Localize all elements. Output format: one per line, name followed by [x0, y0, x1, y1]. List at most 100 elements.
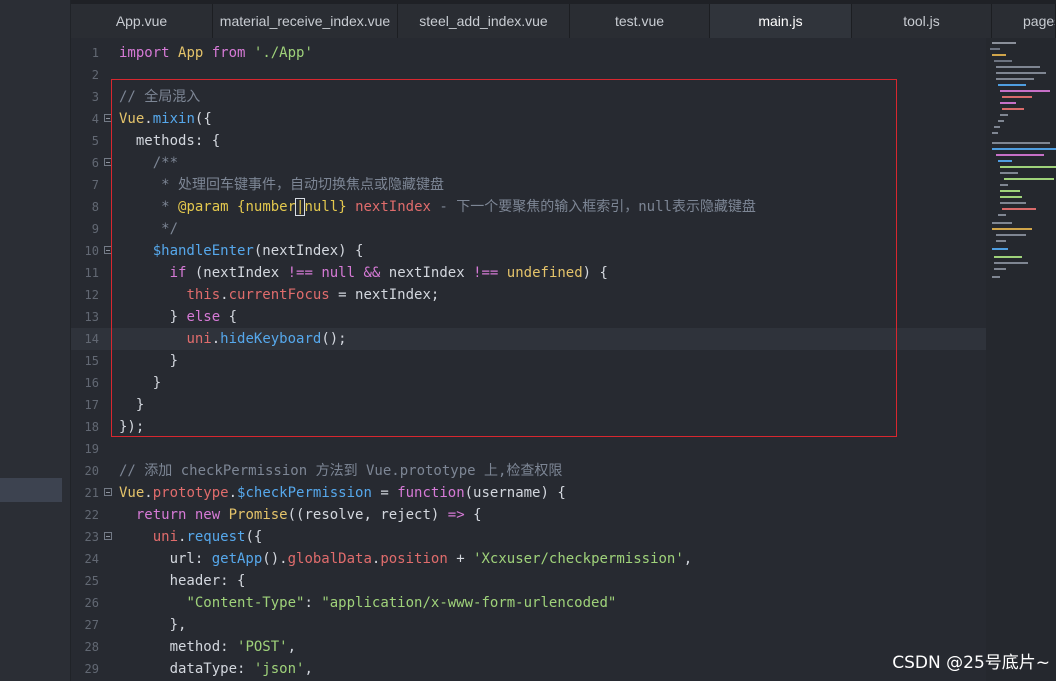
minimap-stroke	[994, 256, 1022, 258]
line-number: 7	[91, 178, 99, 192]
fold-toggle-icon[interactable]	[104, 488, 112, 496]
tab-pages[interactable]: pages	[992, 4, 1056, 38]
code-token: +	[447, 551, 474, 567]
code-token: App	[178, 45, 212, 61]
line-number: 14	[84, 332, 99, 346]
minimap-stroke	[1000, 90, 1050, 92]
line-number: 5	[91, 134, 99, 148]
code-line[interactable]: 20 // 添加 checkPermission 方法到 Vue.prototyp…	[71, 460, 986, 482]
code-token: =	[371, 485, 398, 501]
minimap-stroke	[998, 160, 1012, 162]
code-text: return new Promise((resolve, reject) => …	[119, 504, 482, 526]
code-token: (username) {	[464, 485, 566, 501]
code-line[interactable]: 22 return new Promise((resolve, reject) …	[71, 504, 986, 526]
line-number: 9	[91, 222, 99, 236]
minimap-stroke	[998, 214, 1006, 216]
minimap-stroke	[1000, 172, 1018, 174]
code-line[interactable]: 29 dataType: 'json',	[71, 658, 986, 680]
code-token: import	[119, 45, 179, 61]
tab-main-js[interactable]: main.js	[710, 4, 852, 38]
minimap-stroke	[1000, 202, 1026, 204]
minimap-stroke	[992, 148, 1056, 150]
minimap-stroke	[992, 222, 1012, 224]
code-text: "Content-Type": "application/x-www-form-…	[119, 592, 616, 614]
code-token: url:	[119, 551, 212, 567]
code-token: Promise	[228, 507, 288, 523]
code-line[interactable]: 28 method: 'POST',	[71, 636, 986, 658]
code-text: },	[119, 614, 187, 636]
code-token: ,	[683, 551, 693, 567]
code-text: url: getApp().globalData.position + 'Xcx…	[119, 548, 693, 570]
minimap-stroke	[1000, 114, 1008, 116]
line-number: 23	[84, 530, 99, 544]
line-number: 29	[84, 662, 99, 676]
code-line[interactable]: 25 header: {	[71, 570, 986, 592]
code-token: 'Xcxuser/checkpermission'	[473, 551, 684, 567]
code-line[interactable]: 21 Vue.prototype.$checkPermission = funct…	[71, 482, 986, 504]
code-text: // 添加 checkPermission 方法到 Vue.prototype …	[119, 460, 562, 482]
red-highlight-box	[111, 79, 897, 437]
minimap-stroke	[992, 228, 1032, 230]
minimap-stroke	[1002, 96, 1032, 98]
minimap-stroke	[994, 60, 1012, 62]
line-number: 8	[91, 200, 99, 214]
code-line[interactable]: 1 import App from './App'	[71, 42, 986, 64]
minimap-stroke	[992, 54, 1006, 56]
code-token: $checkPermission	[237, 485, 372, 501]
line-number: 20	[84, 464, 99, 478]
code-token: header: {	[119, 573, 246, 589]
tab-tool-js[interactable]: tool.js	[852, 4, 992, 38]
code-line[interactable]: 23 uni.request({	[71, 526, 986, 548]
line-number: 19	[84, 442, 99, 456]
code-line[interactable]: 24 url: getApp().globalData.position + '…	[71, 548, 986, 570]
code-token: },	[119, 617, 187, 633]
minimap-stroke	[996, 66, 1040, 68]
code-minimap[interactable]	[986, 38, 1056, 681]
code-token: =>	[447, 507, 465, 523]
code-line[interactable]: 26 "Content-Type": "application/x-www-fo…	[71, 592, 986, 614]
minimap-stroke	[992, 142, 1050, 144]
line-number: 21	[84, 486, 99, 500]
code-line[interactable]: 27 },	[71, 614, 986, 636]
minimap-stroke	[992, 42, 1016, 44]
minimap-stroke	[1000, 184, 1008, 186]
minimap-stroke	[996, 240, 1006, 242]
minimap-stroke	[996, 78, 1034, 80]
code-token: ((resolve, reject)	[287, 507, 448, 523]
tab-app-vue[interactable]: App.vue	[71, 4, 213, 38]
code-text: method: 'POST',	[119, 636, 296, 658]
minimap-stroke	[996, 234, 1026, 236]
minimap-stroke	[994, 268, 1006, 270]
code-token: getApp	[211, 551, 263, 567]
line-number: 24	[84, 552, 99, 566]
minimap-stroke	[1002, 208, 1036, 210]
code-text: dataType: 'json',	[119, 658, 313, 680]
code-text: Vue.prototype.$checkPermission = functio…	[119, 482, 566, 504]
code-token: // 添加 checkPermission 方法到 Vue.prototype …	[119, 463, 563, 479]
code-token: ({	[245, 529, 263, 545]
code-token: function	[397, 485, 465, 501]
line-number: 13	[84, 310, 99, 324]
code-token: :	[304, 595, 322, 611]
tab-steel-add-index-vue[interactable]: steel_add_index.vue	[398, 4, 570, 38]
line-number: 11	[84, 266, 99, 280]
line-number: 16	[84, 376, 99, 390]
tab-test-vue[interactable]: test.vue	[570, 4, 710, 38]
code-token: {	[464, 507, 482, 523]
code-line[interactable]: 19	[71, 438, 986, 460]
code-token: dataType:	[119, 661, 254, 677]
line-number: 26	[84, 596, 99, 610]
tab-material-receive-index-vue[interactable]: material_receive_index.vue	[213, 4, 398, 38]
fold-toggle-icon[interactable]	[104, 532, 112, 540]
minimap-stroke	[1000, 166, 1056, 168]
minimap-stroke	[990, 48, 1000, 50]
project-sidebar[interactable]	[0, 0, 70, 681]
code-token: uni	[152, 529, 179, 545]
code-token: globalData	[287, 551, 372, 567]
code-token: Vue	[119, 485, 145, 501]
line-number: 25	[84, 574, 99, 588]
sidebar-selected-item[interactable]	[0, 478, 62, 502]
